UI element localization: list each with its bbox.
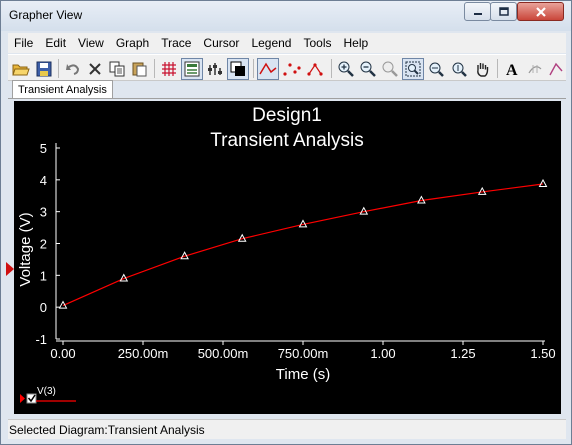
x-tick-label: 750.00m [278, 346, 329, 361]
x-tick-label: 1.25 [450, 346, 475, 361]
zoom-region-icon[interactable] [402, 58, 424, 80]
delete-icon[interactable] [84, 58, 106, 80]
chart-subtitle: Transient Analysis [210, 130, 363, 151]
x-tick-label: 1.50 [530, 346, 555, 361]
data-point-marker [538, 178, 548, 187]
menu-tools[interactable]: Tools [297, 33, 337, 53]
menu-help[interactable]: Help [338, 33, 375, 53]
copy-icon[interactable] [106, 58, 128, 80]
close-button[interactable] [517, 2, 564, 21]
menu-view[interactable]: View [72, 33, 110, 53]
toolbar: A [8, 54, 566, 81]
pan-icon[interactable] [471, 58, 493, 80]
chart-svg[interactable]: Design1 Transient Analysis -1 0 1 2 3 4 5 0.00 250… [14, 101, 561, 414]
menu-file[interactable]: File [8, 33, 39, 53]
tab-divider [8, 98, 566, 99]
menu-edit[interactable]: Edit [39, 33, 72, 53]
point-trace-icon[interactable] [281, 58, 303, 80]
zoom-x-icon[interactable] [425, 58, 447, 80]
plot-area[interactable]: Design1 Transient Analysis -1 0 1 2 3 4 5 0.00 250… [14, 101, 561, 414]
minimize-icon [473, 12, 482, 15]
zoom-y-icon[interactable] [448, 58, 470, 80]
invert-colors-icon[interactable] [227, 58, 249, 80]
zoom-out-icon[interactable] [357, 58, 379, 80]
menu-bar: File Edit View Graph Trace Cursor Legend… [8, 33, 566, 53]
y-axis-label: Voltage (V) [17, 212, 34, 286]
y-tick-label: 2 [40, 237, 47, 252]
grid-icon[interactable] [158, 58, 180, 80]
trace-line [62, 183, 544, 307]
tab-transient-analysis[interactable]: Transient Analysis [12, 80, 113, 99]
zoom-fit-icon[interactable] [379, 58, 401, 80]
menu-legend[interactable]: Legend [245, 33, 297, 53]
x-tick-label: 0.00 [50, 346, 75, 361]
y-tick-label: 4 [40, 173, 47, 188]
menu-trace[interactable]: Trace [155, 33, 197, 53]
title-bar[interactable]: Grapher View [1, 1, 571, 31]
text-label-icon[interactable]: A [501, 58, 523, 80]
y-tick-label: -1 [35, 332, 47, 347]
status-text: Selected Diagram:Transient Analysis [9, 423, 205, 437]
line-point-trace-icon[interactable] [305, 58, 327, 80]
status-bar: Selected Diagram:Transient Analysis [8, 419, 566, 439]
y-tick-label: 5 [40, 141, 47, 156]
maximize-button[interactable] [490, 2, 517, 21]
undo-icon[interactable] [62, 58, 84, 80]
menu-graph[interactable]: Graph [110, 33, 155, 53]
properties-icon[interactable] [204, 58, 226, 80]
legend-marker-icon [20, 394, 25, 403]
maximize-icon [498, 6, 509, 16]
x-tick-label: 500.00m [198, 346, 249, 361]
y-tick-label: 0 [40, 300, 47, 315]
x-axis-label: Time (s) [276, 366, 330, 383]
active-marker-icon [6, 262, 14, 276]
y-tick-label: 3 [40, 205, 47, 220]
grapher-window: Grapher View File Edit View Graph Trace … [0, 0, 572, 445]
menu-cursor[interactable]: Cursor [197, 33, 245, 53]
svg-text:A: A [506, 62, 518, 77]
line-trace-icon[interactable] [257, 58, 279, 80]
chart-title: Design1 [252, 105, 322, 126]
x-tick-label: 1.00 [370, 346, 395, 361]
paste-icon[interactable] [128, 58, 150, 80]
y-tick-label: 1 [40, 268, 47, 283]
save-icon[interactable] [33, 58, 55, 80]
x-tick-label: 250.00m [118, 346, 169, 361]
window-title: Grapher View [9, 8, 83, 22]
zoom-in-icon[interactable] [335, 58, 357, 80]
trace-properties-icon[interactable] [547, 58, 565, 80]
close-icon [535, 6, 546, 17]
legend-trace-label: V(3) [37, 386, 56, 397]
legend-icon[interactable] [181, 58, 203, 80]
open-folder-icon[interactable] [10, 58, 32, 80]
minimize-button[interactable] [464, 2, 491, 21]
cursor-icon[interactable] [524, 58, 546, 80]
